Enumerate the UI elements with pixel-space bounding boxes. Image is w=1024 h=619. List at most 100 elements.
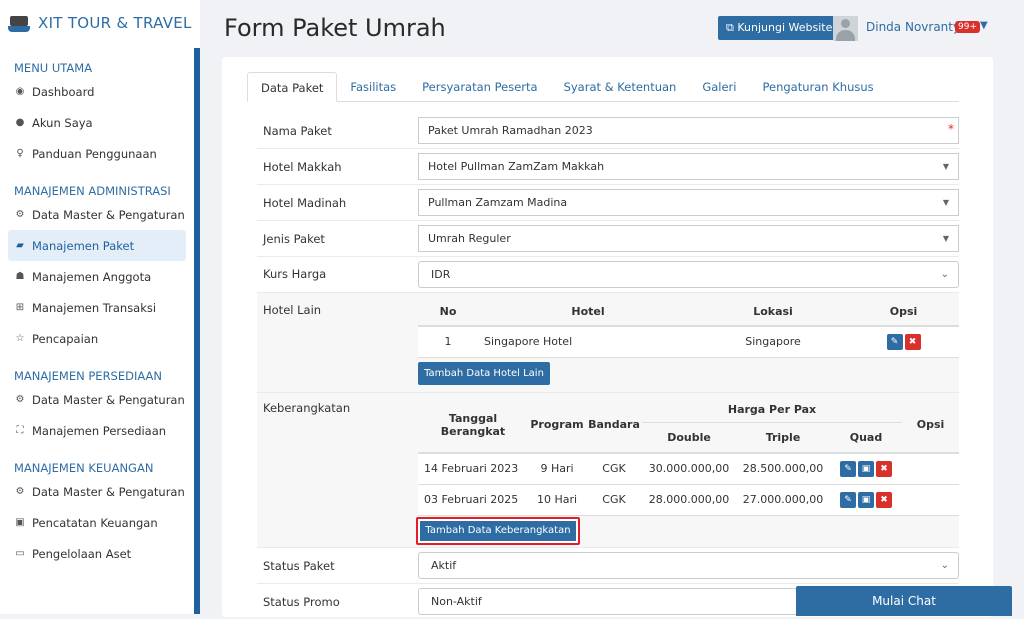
visit-website-label: Kunjungi Website [737, 21, 833, 34]
label-kurs-harga: Kurs Harga [263, 267, 327, 281]
edit-pencil-icon[interactable]: ✎ [886, 333, 903, 350]
caret-down-icon: ▼ [942, 234, 949, 243]
th-no: No [439, 304, 457, 318]
jenis-paket-value: Umrah Reguler [428, 232, 511, 245]
sidebar-item-label: Pencapaian [32, 331, 99, 346]
cell-program: 10 Hari [536, 493, 578, 506]
required-asterisk: * [948, 122, 954, 136]
money-icon[interactable]: ▣ [858, 491, 874, 508]
lightbulb-icon: ♀ [16, 148, 24, 159]
page-title: Form Paket Umrah [224, 14, 446, 42]
row-hotel-madinah: Hotel Madinah Pullman Zamzam Madina ▼ [257, 184, 959, 220]
visit-website-button[interactable]: ⧉ Kunjungi Website [718, 16, 841, 40]
sidebar-item-aset[interactable]: ▭ Pengelolaan Aset [0, 538, 186, 569]
cell-quad-actions: ✎ ▣ ✖ [830, 453, 902, 484]
sidebar-item-transaksi[interactable]: ⊞ Manajemen Transaksi [0, 292, 186, 323]
start-chat-button[interactable]: Mulai Chat [796, 586, 1012, 616]
sidebar-item-label: Panduan Penggunaan [32, 146, 157, 161]
table-row: 14 Februari 2023 9 Hari CGK 30.000.000,0… [418, 453, 959, 484]
sidebar-item-data-master-admin[interactable]: ⚙ Data Master & Pengaturan [0, 199, 186, 230]
money-icon[interactable]: ▣ [858, 460, 874, 477]
kurs-harga-select[interactable]: IDR ⌄ [418, 261, 959, 288]
hotel-madinah-value: Pullman Zamzam Madina [428, 196, 568, 209]
avatar[interactable] [833, 16, 858, 41]
hotel-makkah-select[interactable]: Hotel Pullman ZamZam Makkah ▼ [418, 153, 959, 180]
cell-bandara: CGK [602, 493, 626, 506]
row-hotel-makkah: Hotel Makkah Hotel Pullman ZamZam Makkah… [257, 148, 959, 184]
cell-tanggal: 14 Februari 2023 [424, 462, 519, 476]
sidebar-item-label: Manajemen Anggota [32, 269, 152, 284]
row-keberangkatan: Keberangkatan Tanggal Berangkat Program … [257, 392, 959, 547]
form-card: Data Paket Fasilitas Persyaratan Peserta… [222, 57, 993, 617]
tab-persyaratan[interactable]: Persyaratan Peserta [409, 72, 550, 102]
sidebar-scrollbar[interactable] [194, 48, 200, 614]
tab-pengaturan[interactable]: Pengaturan Khusus [749, 72, 886, 102]
sidebar-item-panduan[interactable]: ♀ Panduan Penggunaan [0, 138, 186, 169]
sidebar-item-label: Manajemen Transaksi [32, 300, 157, 315]
section-keuangan: MANAJEMEN KEUANGAN [14, 461, 154, 475]
row-kurs-harga: Kurs Harga IDR ⌄ [257, 256, 959, 292]
sidebar-item-pencatatan[interactable]: ▣ Pencatatan Keuangan [0, 507, 186, 538]
delete-close-icon[interactable]: ✖ [876, 491, 892, 508]
sidebar-item-label: Manajemen Paket [32, 238, 135, 253]
sidebar-item-anggota[interactable]: ☗ Manajemen Anggota [0, 261, 186, 292]
jenis-paket-select[interactable]: Umrah Reguler ▼ [418, 225, 959, 252]
tab-fasilitas[interactable]: Fasilitas [337, 72, 409, 102]
status-promo-value: Non-Aktif [431, 595, 482, 608]
sidebar-item-akun[interactable]: ● Akun Saya [0, 107, 186, 138]
th-double: Double [667, 430, 711, 444]
tab-galeri[interactable]: Galeri [689, 72, 749, 102]
sidebar-item-label: Data Master & Pengaturan [32, 392, 185, 407]
hotel-madinah-select[interactable]: Pullman Zamzam Madina ▼ [418, 189, 959, 216]
delete-close-icon[interactable]: ✖ [876, 460, 892, 477]
sidebar-item-label: Data Master & Pengaturan [32, 484, 185, 499]
sidebar-item-dashboard[interactable]: ◉ Dashboard [0, 76, 186, 107]
user-name[interactable]: Dinda Novranty [866, 20, 960, 34]
hotel-makkah-value: Hotel Pullman ZamZam Makkah [428, 160, 605, 173]
row-hotel-lain: Hotel Lain No Hotel Lokasi Opsi 1 Singap… [257, 292, 959, 392]
cell-opsi [902, 484, 959, 515]
edit-pencil-icon[interactable]: ✎ [840, 460, 856, 477]
cubes-icon: ⛶ [16, 425, 24, 436]
th-bandara: Bandara [586, 397, 642, 454]
brand-name: XIT TOUR & TRAVEL [38, 14, 192, 32]
sidebar-item-data-master-keuangan[interactable]: ⚙ Data Master & Pengaturan [0, 476, 186, 507]
add-keberangkatan-button[interactable]: Tambah Data Keberangkatan [416, 517, 580, 545]
row-status-paket: Status Paket Aktif ⌄ [257, 547, 959, 583]
sidebar-item-label: Dashboard [32, 84, 95, 99]
caret-down-icon: ▼ [942, 162, 949, 171]
row-nama-paket: Nama Paket Paket Umrah Ramadhan 2023 * [257, 113, 959, 148]
sidebar-item-manajemen-paket[interactable]: ▰ Manajemen Paket [8, 230, 186, 261]
th-hotel: Hotel [571, 304, 605, 318]
tab-syarat[interactable]: Syarat & Ketentuan [551, 72, 690, 102]
nama-paket-input[interactable]: Paket Umrah Ramadhan 2023 * [418, 117, 959, 144]
sidebar-item-label: Akun Saya [32, 115, 93, 130]
sidebar-item-data-master-persediaan[interactable]: ⚙ Data Master & Pengaturan [0, 384, 186, 415]
kaaba-logo-icon [8, 13, 30, 33]
caret-down-icon[interactable]: ▼ [980, 20, 988, 31]
tab-data-paket[interactable]: Data Paket [247, 72, 338, 102]
th-quad: Quad [849, 430, 883, 444]
th-program: Program [528, 397, 586, 454]
brand[interactable]: XIT TOUR & TRAVEL [0, 0, 200, 46]
globe-icon: ◉ [15, 86, 25, 97]
status-paket-value: Aktif [431, 559, 457, 572]
sidebar-item-pencapaian[interactable]: ☆ Pencapaian [0, 323, 186, 354]
add-hotel-lain-button[interactable]: Tambah Data Hotel Lain [418, 362, 550, 385]
book-icon: ▰ [16, 240, 24, 251]
chevron-down-icon: ⌄ [940, 269, 949, 280]
caret-down-icon: ▼ [942, 198, 949, 207]
label-status-paket: Status Paket [263, 559, 335, 573]
edit-pencil-icon[interactable]: ✎ [840, 491, 856, 508]
cell-double: 28.000.000,00 [648, 493, 730, 506]
th-opsi: Opsi [889, 304, 918, 318]
status-paket-select[interactable]: Aktif ⌄ [418, 552, 959, 579]
delete-close-icon[interactable]: ✖ [904, 333, 921, 350]
table-header: Tanggal Berangkat Program Bandara Harga … [418, 397, 959, 454]
cell-double: 30.000.000,00 [648, 462, 730, 476]
cell-opsi: ✎ ✖ [848, 326, 959, 357]
sidebar-item-label: Pengelolaan Aset [32, 546, 132, 561]
sidebar: XIT TOUR & TRAVEL MENU UTAMA ◉ Dashboard … [0, 0, 200, 614]
sidebar-item-persediaan[interactable]: ⛶ Manajemen Persediaan [0, 415, 186, 446]
notification-badge[interactable]: 99+ [955, 21, 980, 33]
